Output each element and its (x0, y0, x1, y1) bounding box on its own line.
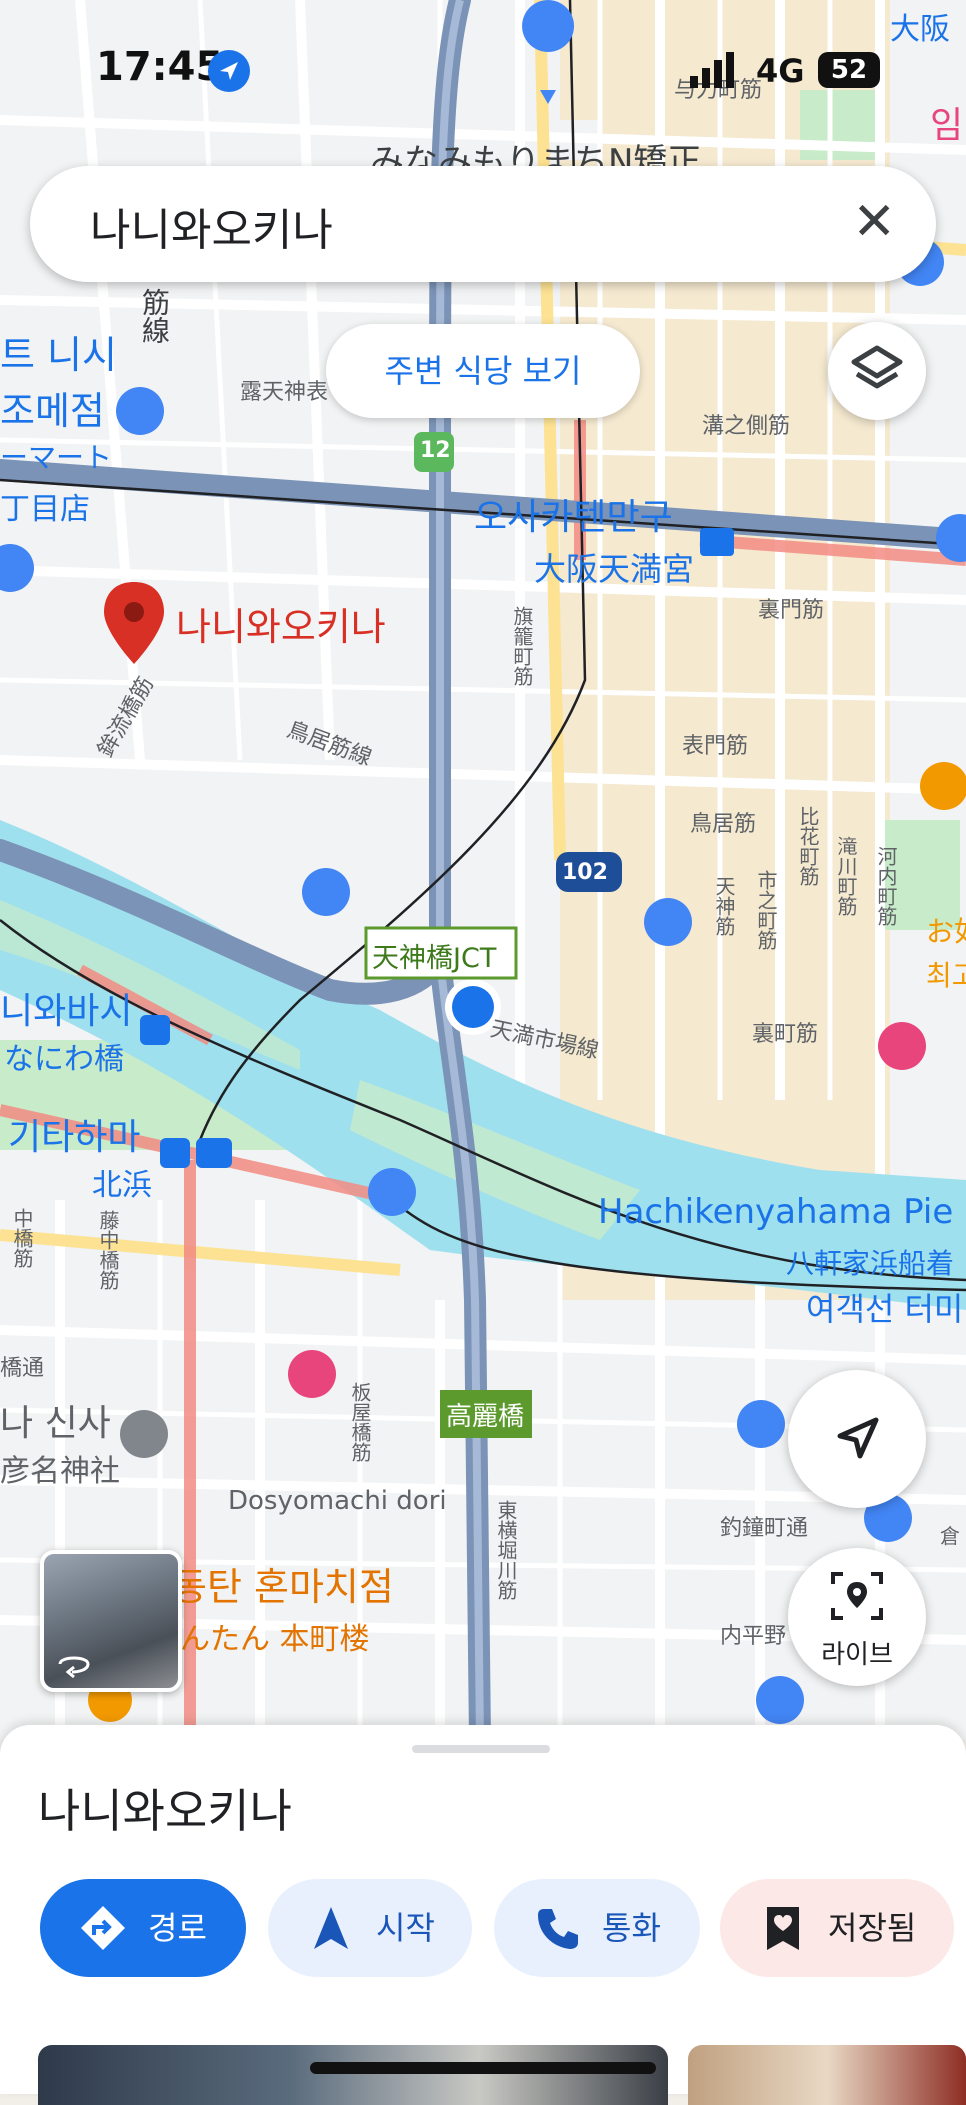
map-label: 筋線 (138, 288, 171, 344)
signal-icon (690, 52, 734, 88)
status-time: 17:45 (96, 44, 224, 90)
map-label: 露天神表 (240, 380, 329, 405)
start-label: 시작 (376, 1909, 435, 1947)
search-query[interactable]: 나니와오키나 (90, 194, 333, 258)
nearby-restaurants-chip[interactable]: 주변 식당 보기 (326, 324, 640, 418)
map-label: 大阪天満宮 (534, 550, 695, 588)
map-label: 中橋筋 (10, 1208, 34, 1268)
map-label: 市之町筋 (754, 870, 778, 950)
map-label: 裏町筋 (752, 1022, 819, 1047)
directions-label: 경로 (148, 1909, 207, 1947)
map-label: お如 (926, 915, 966, 948)
place-title: 나니와오키나 (38, 1784, 292, 1838)
navigation-arrow-icon (837, 1417, 879, 1459)
layers-icon (851, 345, 903, 389)
phone-icon (538, 1909, 578, 1949)
status-bar: 17:45 4G 52 (0, 0, 966, 140)
street-view-rotate-icon (58, 1656, 90, 1679)
search-bar[interactable]: 나니와오키나 ✕ (30, 166, 936, 282)
map-label: 橋通 (0, 1356, 45, 1381)
map-label: 조메점 (0, 389, 105, 433)
navigation-icon (314, 1907, 348, 1949)
call-label: 통화 (602, 1909, 661, 1947)
map-label: 比花町筋 (796, 806, 820, 886)
map-label: 여객선 터미 (806, 1290, 964, 1328)
map-label: 倉 (940, 1524, 960, 1548)
map-label: 나 신사 (0, 1403, 111, 1444)
destination-label[interactable]: 나니와오키나 (176, 596, 386, 651)
map-label: 기타하마 (8, 1117, 141, 1158)
map-label: 鳥居筋 (690, 812, 757, 837)
live-view-icon (831, 1572, 883, 1620)
map-label: 内平野 (720, 1624, 787, 1649)
street-view-thumbnail[interactable] (40, 1550, 182, 1692)
place-photo[interactable] (38, 2045, 668, 2105)
network-label: 4G (756, 52, 805, 90)
map-label: なにわ橋 (4, 1042, 124, 1077)
map-label: 동탄 혼마치점 (172, 1565, 394, 1609)
map-label: んたん 本町楼 (180, 1622, 370, 1657)
live-view-button[interactable]: 라이브 (788, 1548, 926, 1686)
battery-icon: 52 (818, 52, 880, 88)
directions-icon (81, 1906, 125, 1950)
map-label: 藤中橋筋 (96, 1210, 120, 1290)
map-label: 彦名神社 (0, 1454, 120, 1489)
map-label: 니와바시 (0, 991, 133, 1032)
map-label: 八軒家浜船着 (786, 1247, 955, 1280)
map-label: 裏門筋 (758, 598, 825, 623)
map-label: Dosyomachi dori (228, 1486, 447, 1516)
call-button[interactable]: 통화 (494, 1879, 700, 1977)
start-button[interactable]: 시작 (268, 1879, 472, 1977)
bookmark-heart-icon (767, 1907, 799, 1950)
my-location-button[interactable] (788, 1370, 926, 1508)
map-label: 트 니시 (0, 333, 117, 377)
map-label: 天神筋 (712, 876, 736, 936)
map-label: 釣鐘町通 (720, 1516, 809, 1541)
map-label: 丁目店 (0, 492, 90, 527)
directions-button[interactable]: 경로 (40, 1879, 246, 1977)
jct-label: 天神橋JCT (372, 943, 497, 974)
map-label: ーマート (0, 441, 113, 474)
map-label: 北浜 (92, 1168, 152, 1203)
map-label: 高麗橋 (446, 1402, 525, 1432)
map-label: 滝川町筋 (834, 836, 858, 916)
map-label: 溝之側筋 (702, 414, 791, 439)
live-view-label: 라이브 (821, 1640, 893, 1670)
close-icon[interactable]: ✕ (852, 194, 896, 250)
map-label: 東横堀川筋 (494, 1500, 518, 1600)
map-label: 板屋橋筋 (348, 1382, 372, 1462)
place-bottom-sheet[interactable]: 나니와오키나 경로 시작 통화 저장됨 (0, 1725, 966, 2105)
saved-button[interactable]: 저장됨 (720, 1879, 954, 1977)
sheet-drag-handle[interactable] (412, 1745, 550, 1753)
route-shield-label: 102 (562, 860, 608, 885)
location-services-icon (208, 50, 250, 92)
map-label: 河内町筋 (874, 846, 898, 926)
layers-button[interactable] (828, 322, 926, 420)
home-indicator (310, 2062, 656, 2074)
map-label: 최고 (926, 959, 966, 992)
saved-label: 저장됨 (828, 1909, 917, 1947)
route-shield-label: 12 (420, 438, 451, 463)
map-label: Hachikenyahama Pie (598, 1192, 954, 1232)
map-label: 오사카텐만구 (474, 497, 673, 538)
map-label: 旗籠町筋 (510, 606, 534, 686)
map-label: 表門筋 (682, 734, 749, 759)
place-photo[interactable] (688, 2045, 966, 2105)
